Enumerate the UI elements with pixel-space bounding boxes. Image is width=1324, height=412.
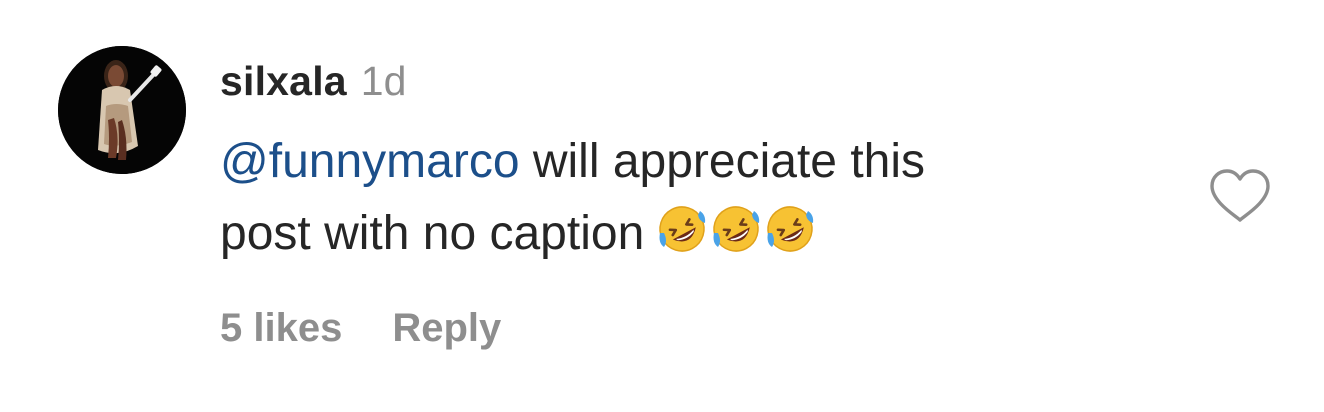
timestamp: 1d [360, 58, 407, 104]
avatar[interactable] [58, 46, 186, 174]
likes-count[interactable]: 5 likes [220, 306, 342, 351]
comment-item: silxala 1d @funnymarco will appreciate t… [0, 0, 1324, 412]
comment-actions: 5 likes Reply [220, 306, 501, 351]
comment-text-line2: post with no caption [220, 207, 645, 260]
comment-header: silxala 1d [220, 58, 406, 114]
like-button[interactable] [1208, 168, 1272, 224]
rolling-on-floor-laughing-emoji [767, 206, 814, 252]
username[interactable]: silxala [220, 58, 347, 105]
reply-button[interactable]: Reply [392, 306, 501, 351]
heart-outline-icon [1210, 169, 1270, 222]
comment-text: @funnymarco will appreciate this post wi… [220, 126, 1180, 270]
emoji-group [656, 203, 816, 255]
rolling-on-floor-laughing-emoji [713, 206, 760, 252]
rolling-on-floor-laughing-emoji [659, 206, 706, 252]
comment-text-line1: will appreciate this [519, 135, 926, 188]
avatar-photo [58, 46, 186, 174]
mention-link[interactable]: @funnymarco [220, 135, 520, 188]
